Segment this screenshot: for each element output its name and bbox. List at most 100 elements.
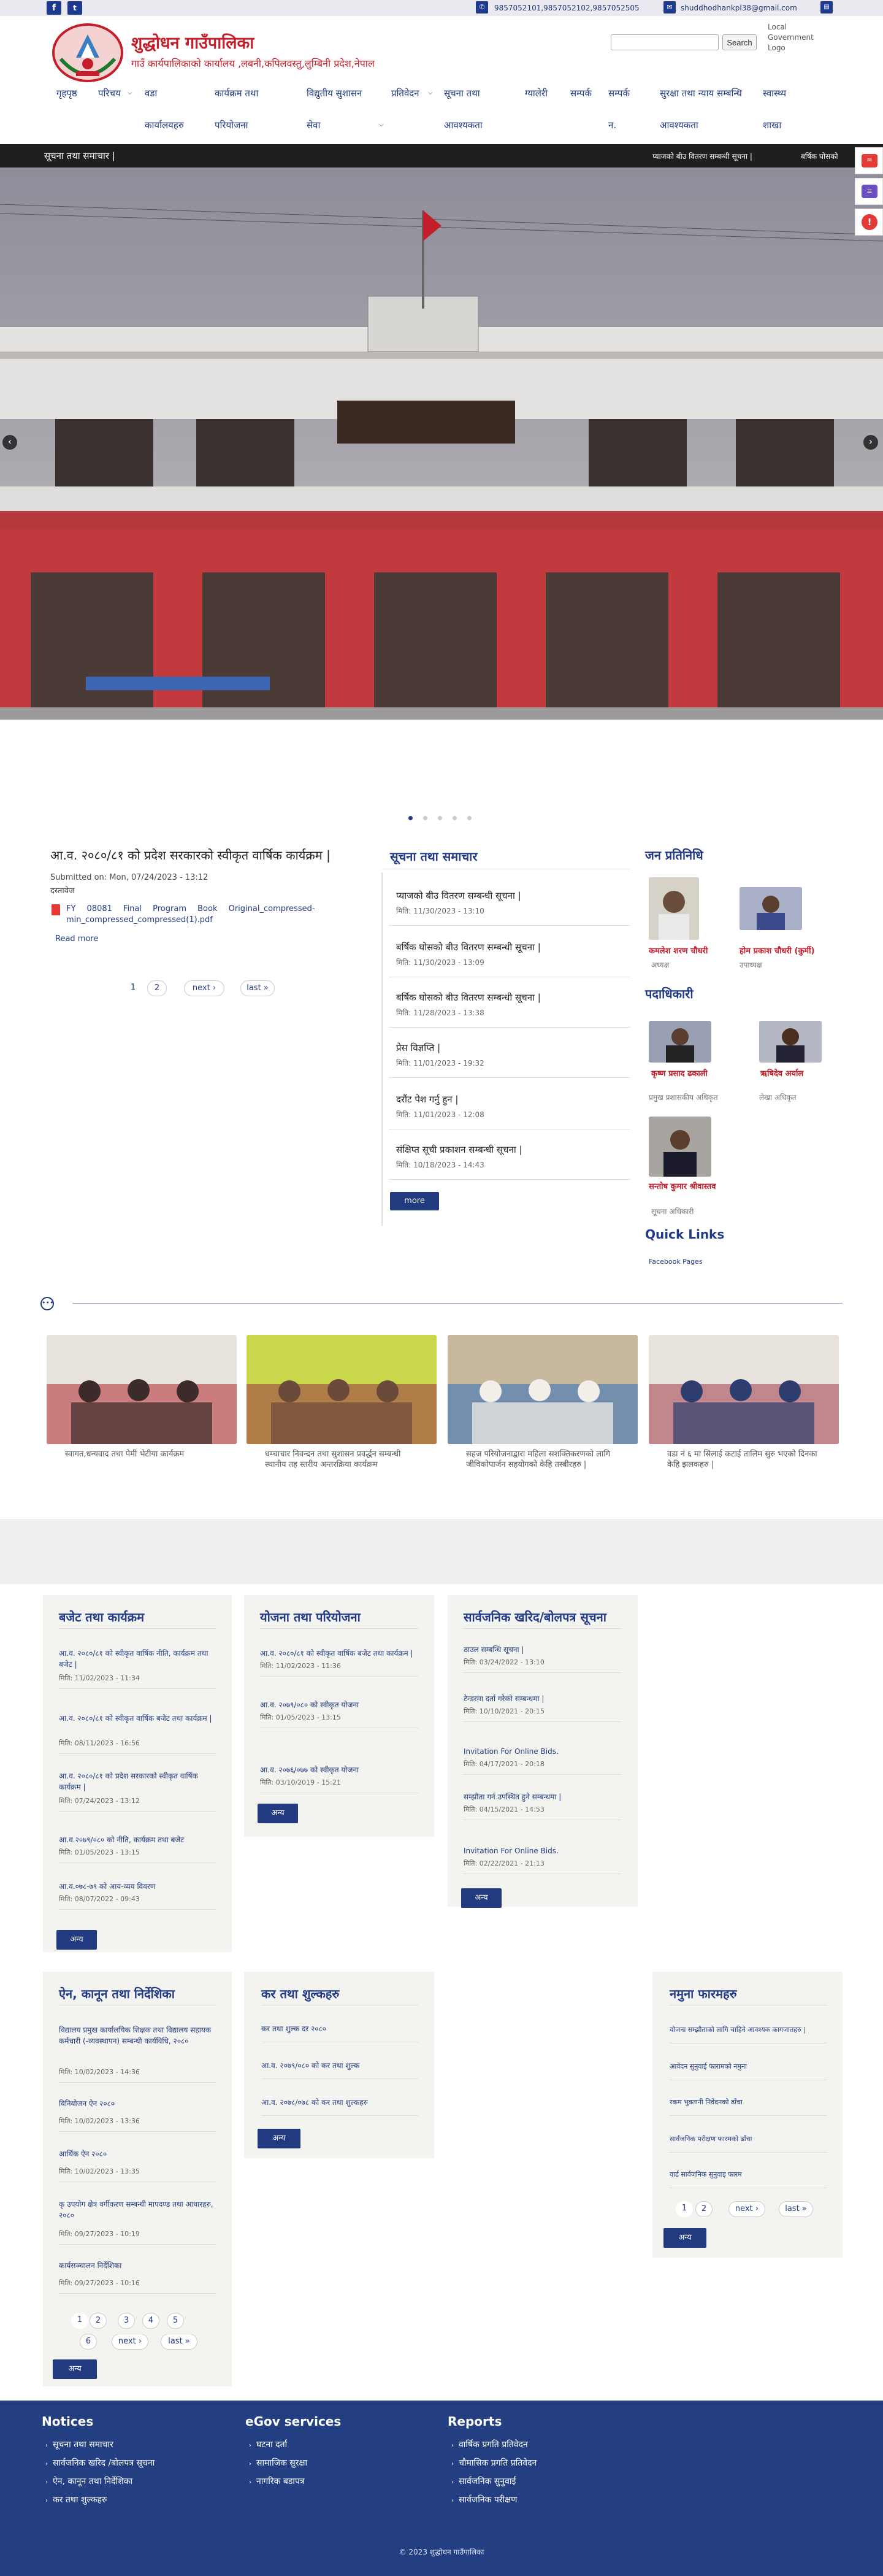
- news-item-title[interactable]: प्याजको बीउ वितरण सम्बन्धी सूचना |: [396, 890, 521, 902]
- municipality-logo[interactable]: [52, 22, 124, 83]
- gallery-photo[interactable]: [649, 1335, 839, 1444]
- gallery-photo[interactable]: [247, 1335, 437, 1444]
- footer-link[interactable]: › चौमासिक प्रगति प्रतिवेदन: [451, 2457, 537, 2469]
- ticker-item[interactable]: प्याजको बीउ वितरण सम्बन्धी सूचना |: [652, 151, 752, 161]
- card-link[interactable]: आ.व. २०८०/८१ को स्वीकृत वार्षिक बजेट तथा…: [59, 1713, 216, 1724]
- gallery-caption[interactable]: सहज परियोजनाद्वारा महिला सशक्तिकरणको लाग…: [466, 1449, 623, 1470]
- nav-item[interactable]: प्रतिवेदन: [391, 87, 419, 99]
- card-link[interactable]: टेन्डरमा दर्ता गरेको सम्बन्धमा |: [464, 1693, 622, 1704]
- search-button[interactable]: Search: [722, 34, 757, 50]
- official-photo[interactable]: [759, 1021, 822, 1063]
- card-link[interactable]: आ.व.०७८-७९ को आय-व्यय विवरण: [59, 1881, 216, 1892]
- more-icon[interactable]: •••: [40, 1297, 54, 1310]
- card-link[interactable]: रकम भुक्तानी निवेदनको ढाँचा: [670, 2097, 827, 2108]
- footer-link[interactable]: › वार्षिक प्रगति प्रतिवेदन: [451, 2439, 528, 2450]
- sitemap-icon[interactable]: ▤: [820, 1, 833, 13]
- gallery-photo[interactable]: [47, 1335, 237, 1444]
- message-tab[interactable]: ≡: [855, 178, 883, 205]
- gallery-caption[interactable]: वडा नं ६ मा सिलाई कटाई तालिम सुरु भएको द…: [667, 1449, 824, 1470]
- nav-item[interactable]: परिचय: [98, 87, 121, 99]
- card-link[interactable]: आवेदन सुनुवाई फारामको नमुना: [670, 2061, 827, 2072]
- card-more-button[interactable]: अन्य: [258, 1804, 298, 1823]
- official-name[interactable]: कृष्ण प्रसाद ढकाली: [651, 1067, 708, 1078]
- nav-item-line2[interactable]: आवश्यकता: [660, 119, 698, 131]
- pager-link[interactable]: 2: [90, 2313, 107, 2329]
- card-link[interactable]: वार्ड सार्वजनिक सुनुवाइ फारम: [670, 2169, 827, 2180]
- official-photo[interactable]: [649, 1117, 711, 1177]
- card-link[interactable]: आ.व. २०७९/०८० को स्वीकृत योजना: [260, 1699, 418, 1710]
- gallery-caption[interactable]: धम्चाचार निवन्दन तथा सुशासन प्रवर्द्धन स…: [265, 1449, 422, 1470]
- slider-next-button[interactable]: ›: [863, 435, 878, 450]
- read-more-link[interactable]: Read more: [55, 934, 98, 944]
- pager-link[interactable]: 2: [147, 980, 167, 996]
- pager-link[interactable]: next ›: [184, 980, 224, 996]
- news-item-title[interactable]: संक्षिप्त सूची प्रकाशन सम्बन्धी सूचना |: [396, 1144, 522, 1156]
- pager-link[interactable]: 2: [695, 2201, 713, 2217]
- card-link[interactable]: आ.व. २०८०/८१ को स्वीकृत वार्षिक नीति, का…: [59, 1648, 216, 1670]
- representative-name[interactable]: कमलेश शरण चौधरी: [649, 945, 708, 956]
- footer-link[interactable]: › घटना दर्ता: [249, 2439, 287, 2450]
- representative-photo[interactable]: [649, 877, 699, 940]
- card-link[interactable]: आ.व. २०८०/८१ को प्रदेश सरकारको स्वीकृत व…: [59, 1771, 216, 1793]
- chevron-down-icon[interactable]: ⌵: [428, 90, 433, 96]
- pager-link[interactable]: 3: [118, 2313, 135, 2329]
- card-link[interactable]: ठाउल सम्बन्धि सूचना |: [464, 1644, 622, 1655]
- slider-dot[interactable]: [453, 816, 457, 820]
- representative-photo[interactable]: [740, 887, 802, 930]
- card-more-button[interactable]: अन्य: [56, 1930, 97, 1950]
- footer-link[interactable]: › नागरिक बडापत्र: [249, 2475, 305, 2487]
- ticker-item[interactable]: बर्षिक घोसको: [801, 151, 838, 161]
- slider-dot[interactable]: [438, 816, 442, 820]
- pager-link[interactable]: 4: [142, 2313, 159, 2329]
- card-more-button[interactable]: अन्य: [663, 2228, 706, 2248]
- article-title[interactable]: आ.व. २०८०/८१ को प्रदेश सरकारको स्वीकृत व…: [50, 847, 363, 863]
- nav-item[interactable]: ग्यालेरी: [525, 87, 548, 99]
- chevron-down-icon[interactable]: ⌵: [128, 90, 132, 96]
- nav-item[interactable]: स्वास्थ्य: [763, 87, 786, 99]
- nav-item[interactable]: विद्युतीय सुशासन: [307, 87, 362, 99]
- news-item-title[interactable]: बर्षिक घोसको बीउ वितरण सम्बन्धी सूचना |: [396, 991, 541, 1004]
- card-link[interactable]: आ.व. २०७८/०७८ को कर तथा शुल्कहरु: [261, 2097, 418, 2108]
- nav-item-line2[interactable]: आवश्यकता: [444, 119, 483, 131]
- slider-dot[interactable]: [467, 816, 472, 820]
- card-link[interactable]: सार्वजनिक परीक्षण फारमको ढाँचा: [670, 2134, 827, 2145]
- pager-link[interactable]: next ›: [728, 2201, 765, 2217]
- nav-item[interactable]: वडा: [145, 87, 157, 99]
- footer-link[interactable]: › ऐन, कानून तथा निर्देशिका: [45, 2475, 132, 2487]
- card-link[interactable]: सम्झौता गर्न उपस्थित हुने सम्बन्धमा |: [464, 1791, 622, 1802]
- slider-prev-button[interactable]: ‹: [2, 435, 17, 450]
- hero-slider[interactable]: ‹ ›: [0, 167, 883, 720]
- twitter-icon[interactable]: t: [67, 1, 82, 15]
- card-link[interactable]: कार्यसञ्चालन निर्देशिका: [59, 2260, 216, 2271]
- nav-item[interactable]: गृहपृष्ठ: [56, 87, 77, 99]
- card-more-button[interactable]: अन्य: [258, 2129, 300, 2148]
- news-item-title[interactable]: दरौंट पेश गर्नु हुन |: [396, 1093, 458, 1105]
- facebook-icon[interactable]: f: [47, 1, 61, 15]
- gallery-photo[interactable]: [448, 1335, 638, 1444]
- card-link[interactable]: आ.व. २०७६/०७७ को स्वीकृत योजना: [260, 1764, 418, 1775]
- chat-tab[interactable]: ✉: [855, 147, 883, 174]
- pager-link[interactable]: 1: [126, 980, 140, 996]
- email-address[interactable]: shuddhodhankpl38@gmail.com: [681, 4, 797, 12]
- pager-link[interactable]: 1: [676, 2201, 693, 2217]
- footer-link[interactable]: › सामाजिक सुरक्षा: [249, 2457, 307, 2469]
- card-link[interactable]: कर तथा शुल्क दर २०८०: [261, 2023, 418, 2034]
- card-more-button[interactable]: अन्य: [461, 1888, 502, 1908]
- footer-link[interactable]: › सार्वजनिक परीक्षण: [451, 2494, 517, 2505]
- chevron-down-icon[interactable]: ⌵: [163, 121, 168, 128]
- nav-item[interactable]: सम्पर्क: [570, 87, 592, 99]
- slider-dot[interactable]: [423, 816, 427, 820]
- card-link[interactable]: विद्यालय प्रमुख कार्यालयिक शिक्षक तथा वि…: [59, 2024, 216, 2047]
- nav-item-line2[interactable]: शाखा: [763, 119, 781, 131]
- slider-dot-active[interactable]: [408, 816, 413, 820]
- card-link[interactable]: आ.व. २०७९/०८० को कर तथा शुल्क: [261, 2060, 418, 2071]
- footer-link[interactable]: › कर तथा शुल्कहरु: [45, 2494, 107, 2505]
- footer-link[interactable]: › सार्वजनिक सुनुवाई: [451, 2475, 516, 2487]
- chevron-down-icon[interactable]: ⌵: [243, 121, 248, 128]
- card-link[interactable]: कृ उपयोग क्षेत्र वर्गीकरण सम्बन्धी मापदण…: [59, 2199, 216, 2221]
- official-name[interactable]: सन्तोष कुमार श्रीवास्तव: [649, 1180, 716, 1191]
- official-name[interactable]: ऋषिदेव अर्याल: [760, 1067, 803, 1078]
- gallery-caption[interactable]: स्वागत,धन्यवाद तथा पेमी भेटीया कार्यक्रम: [65, 1449, 222, 1459]
- card-link[interactable]: आ.व. २०८०/८१ को स्वीकृत वार्षिक बजेट तथा…: [260, 1648, 418, 1659]
- pager-link[interactable]: last »: [779, 2201, 813, 2217]
